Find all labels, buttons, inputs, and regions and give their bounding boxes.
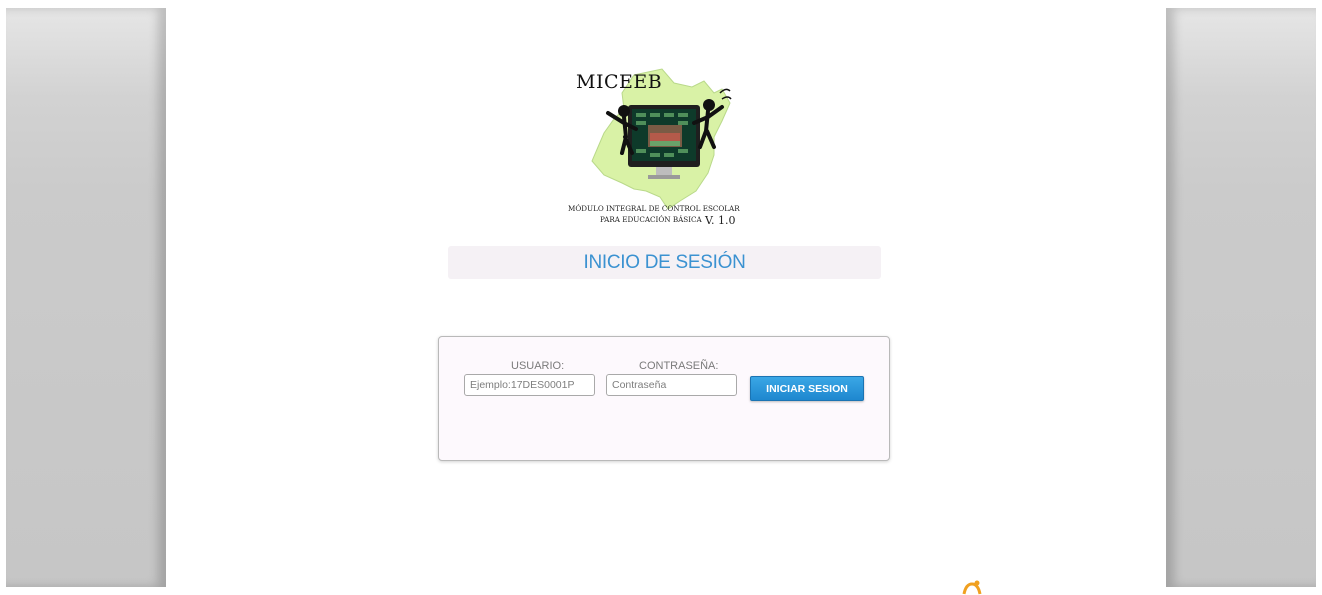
logo-subtitle-line2: PARA EDUCACIÓN BÁSICA [600, 215, 702, 224]
page-title-bar: INICIO DE SESIÓN [448, 246, 881, 279]
top-strip [0, 0, 1322, 8]
page-title: INICIO DE SESIÓN [583, 251, 746, 273]
logo-subtitle-line1: MÓDULO INTEGRAL DE CONTROL ESCOLAR [568, 204, 740, 213]
password-label: CONTRASEÑA: [639, 360, 719, 372]
page-container: MICEEB MÓDULO INTEGRAL DE CONTROL ESCOLA… [166, 8, 1166, 595]
login-button[interactable]: INICIAR SESION [750, 376, 864, 401]
left-background-panel [6, 8, 166, 587]
logo-version: V. 1.0 [705, 214, 736, 227]
username-label: USUARIO: [511, 360, 565, 372]
password-input[interactable] [606, 374, 737, 396]
miceeb-logo: MICEEB MÓDULO INTEGRAL DE CONTROL ESCOLA… [564, 63, 774, 241]
orange-logo-icon [962, 580, 982, 595]
logo-title: MICEEB [576, 71, 663, 93]
username-input[interactable] [464, 374, 595, 396]
right-background-panel [1166, 8, 1316, 587]
login-form: USUARIO: CONTRASEÑA: INICIAR SESION [438, 336, 890, 461]
